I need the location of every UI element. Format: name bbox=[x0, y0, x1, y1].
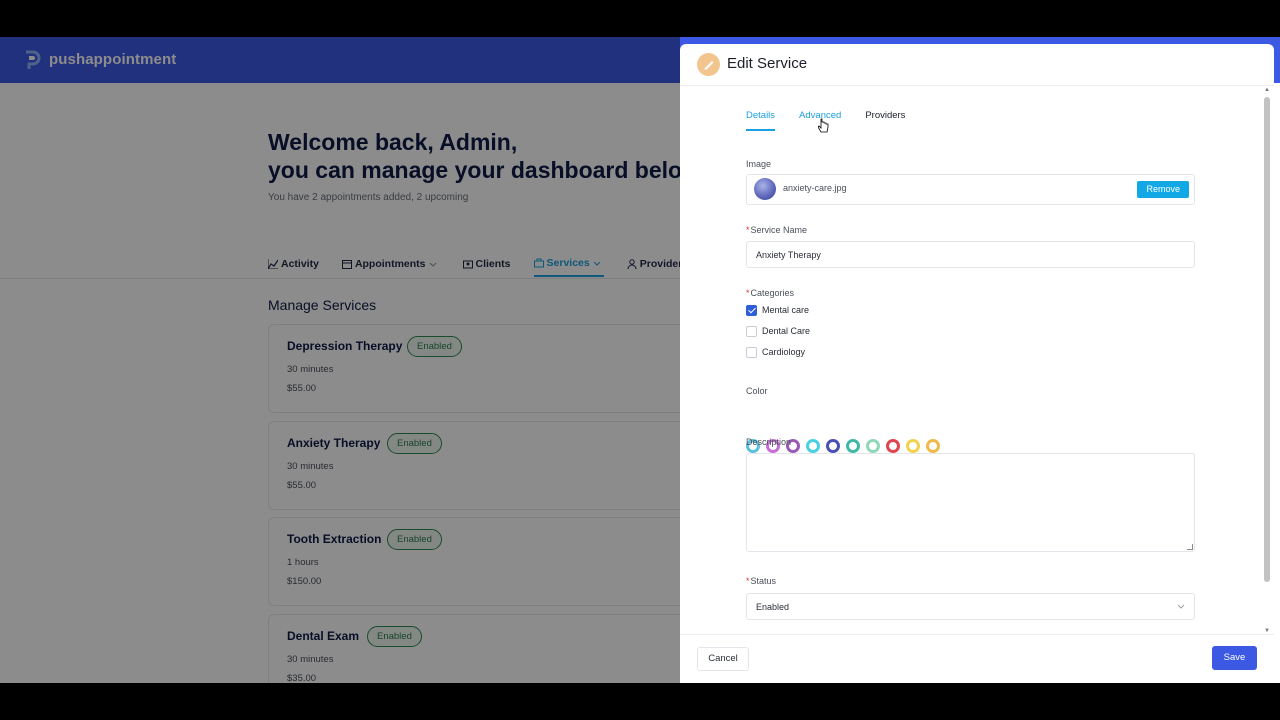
input-value: Anxiety Therapy bbox=[756, 250, 821, 260]
image-label: Image bbox=[746, 159, 772, 169]
scroll-up-icon[interactable]: ▲ bbox=[1264, 87, 1270, 93]
service-name-input[interactable]: Anxiety Therapy bbox=[746, 241, 1195, 268]
drawer-footer: Cancel Save bbox=[680, 634, 1274, 683]
required-mark: * bbox=[746, 576, 750, 586]
checkbox[interactable] bbox=[746, 325, 757, 337]
color-swatch[interactable] bbox=[806, 439, 820, 453]
remove-image-button[interactable]: Remove bbox=[1137, 181, 1189, 198]
mouse-cursor-icon bbox=[818, 118, 829, 133]
tab-details[interactable]: Details bbox=[746, 110, 776, 131]
color-label: Color bbox=[746, 386, 768, 396]
cancel-button[interactable]: Cancel bbox=[697, 647, 749, 671]
tab-providers[interactable]: Providers bbox=[865, 110, 905, 131]
categories-label: *Categories bbox=[746, 288, 794, 298]
category-option-mental-care[interactable]: Mental care bbox=[746, 303, 809, 317]
color-swatch[interactable] bbox=[926, 439, 940, 453]
checkbox-label: Mental care bbox=[762, 305, 810, 315]
description-label: Description bbox=[746, 437, 792, 447]
save-button[interactable]: Save bbox=[1212, 646, 1257, 670]
resize-handle[interactable] bbox=[1187, 544, 1193, 550]
image-thumbnail bbox=[754, 178, 776, 200]
drawer-scrollbar[interactable]: ▲ ▼ bbox=[1263, 87, 1271, 635]
category-option-dental-care[interactable]: Dental Care bbox=[746, 324, 810, 338]
description-textarea[interactable] bbox=[746, 453, 1195, 552]
color-swatch[interactable] bbox=[906, 439, 920, 453]
color-swatch[interactable] bbox=[886, 439, 900, 453]
color-swatch[interactable] bbox=[866, 439, 880, 453]
checkbox-label: Cardiology bbox=[762, 347, 806, 357]
status-label: *Status bbox=[746, 576, 776, 586]
pencil-icon bbox=[697, 53, 720, 76]
screen: pushappointment Welcome back, Admin, you… bbox=[0, 37, 1280, 683]
edit-service-drawer: Edit Service Details Advanced Providers … bbox=[680, 44, 1274, 683]
required-mark: * bbox=[746, 225, 750, 235]
checkbox-checked[interactable] bbox=[746, 304, 757, 316]
drawer-tabs: Details Advanced Providers bbox=[746, 110, 929, 132]
image-filename: anxiety-care.jpg bbox=[783, 183, 847, 193]
checkbox[interactable] bbox=[746, 346, 757, 358]
required-mark: * bbox=[746, 288, 750, 298]
chevron-down-icon bbox=[1177, 604, 1185, 609]
color-swatch[interactable] bbox=[846, 439, 860, 453]
label-text: Categories bbox=[750, 288, 795, 298]
scrollbar-thumb[interactable] bbox=[1264, 97, 1270, 582]
drawer-title: Edit Service bbox=[727, 55, 808, 72]
label-text: Status bbox=[750, 576, 777, 586]
status-select[interactable]: Enabled bbox=[746, 593, 1195, 620]
select-value: Enabled bbox=[756, 602, 790, 612]
checkbox-label: Dental Care bbox=[762, 326, 811, 336]
color-swatch[interactable] bbox=[826, 439, 840, 453]
label-text: Service Name bbox=[750, 225, 808, 235]
drawer-header: Edit Service bbox=[680, 44, 1274, 86]
category-option-cardiology[interactable]: Cardiology bbox=[746, 345, 805, 359]
modal-backdrop[interactable] bbox=[0, 37, 680, 683]
service-name-label: *Service Name bbox=[746, 225, 807, 235]
image-upload-field: anxiety-care.jpg Remove bbox=[746, 174, 1195, 205]
